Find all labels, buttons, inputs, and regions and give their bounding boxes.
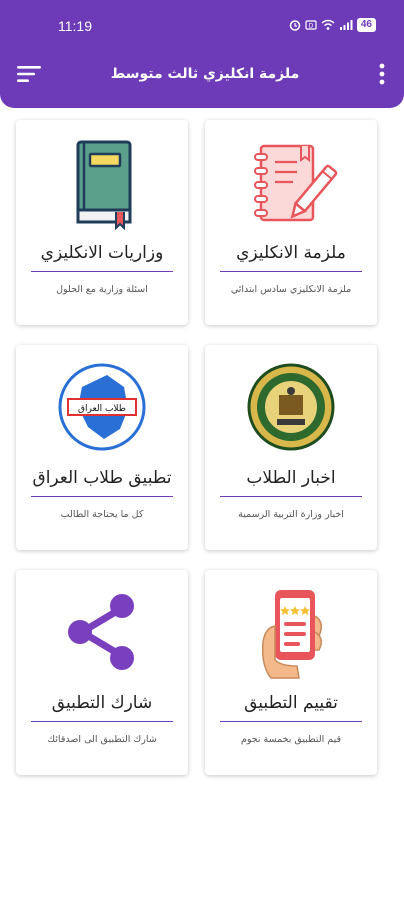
- card-english-booklet[interactable]: ملزمة الانكليزي ملزمة الانكليزي سادس ابت…: [205, 120, 377, 325]
- ministry-emblem-icon: [247, 363, 335, 451]
- alarm-icon: [289, 20, 301, 31]
- card-title: تقييم التطبيق: [244, 693, 338, 713]
- notebook-pen-icon: [254, 144, 338, 222]
- signal-icon: [339, 20, 353, 30]
- card-subtitle: قيم التطبيق بخمسة نجوم: [240, 734, 342, 745]
- card-title: وزاريات الانكليزي: [40, 243, 164, 263]
- book-icon: [76, 140, 132, 231]
- divider: [31, 271, 173, 272]
- wifi-icon: [321, 19, 335, 30]
- card-subtitle: شارك التطبيق الى اصدقائك: [47, 734, 157, 745]
- divider: [220, 721, 362, 722]
- more-vert-icon[interactable]: [374, 60, 390, 88]
- volte-icon: D: [305, 20, 317, 30]
- card-iraq-students-app[interactable]: طلاب العراق تطبيق طلاب العراق كل ما يحتا…: [16, 345, 188, 550]
- card-subtitle: ملزمة الانكليزي سادس ابتدائي: [230, 284, 352, 295]
- card-title: ملزمة الانكليزي: [236, 243, 346, 263]
- card-title: شارك التطبيق: [51, 693, 153, 713]
- card-share-app[interactable]: شارك التطبيق شارك التطبيق الى اصدقائك: [16, 570, 188, 775]
- battery-icon: 46: [356, 18, 376, 32]
- logo-text: طلاب العراق: [78, 404, 126, 414]
- divider: [31, 496, 173, 497]
- card-subtitle: اخبار وزارة التربية الرسمية: [238, 509, 344, 520]
- card-title: اخبار الطلاب: [246, 468, 336, 488]
- menu-icon[interactable]: [14, 62, 46, 86]
- svg-text:D: D: [309, 24, 314, 30]
- rate-phone-icon: [261, 590, 322, 679]
- card-student-news[interactable]: اخبار الطلاب اخبار وزارة التربية الرسمية: [205, 345, 377, 550]
- card-title: تطبيق طلاب العراق: [32, 468, 172, 488]
- status-icons: D 46: [289, 18, 376, 32]
- iraq-students-logo-icon: طلاب العراق: [58, 363, 146, 451]
- card-subtitle: كل ما يحتاجة الطالب: [60, 509, 144, 520]
- divider: [31, 721, 173, 722]
- page-title: ملزمة انكليزي ثالث متوسط: [110, 66, 300, 82]
- app-bar: ملزمة انكليزي ثالث متوسط: [0, 52, 404, 108]
- status-time: 11:19: [58, 18, 92, 34]
- divider: [220, 496, 362, 497]
- card-subtitle: اسئلة وزارية مع الحلول: [56, 284, 148, 295]
- share-icon: [68, 594, 134, 670]
- status-bar: 11:19 D 46: [0, 0, 404, 52]
- divider: [220, 271, 362, 272]
- card-ministerial-exams[interactable]: وزاريات الانكليزي اسئلة وزارية مع الحلول: [16, 120, 188, 325]
- card-rate-app[interactable]: تقييم التطبيق قيم التطبيق بخمسة نجوم: [205, 570, 377, 775]
